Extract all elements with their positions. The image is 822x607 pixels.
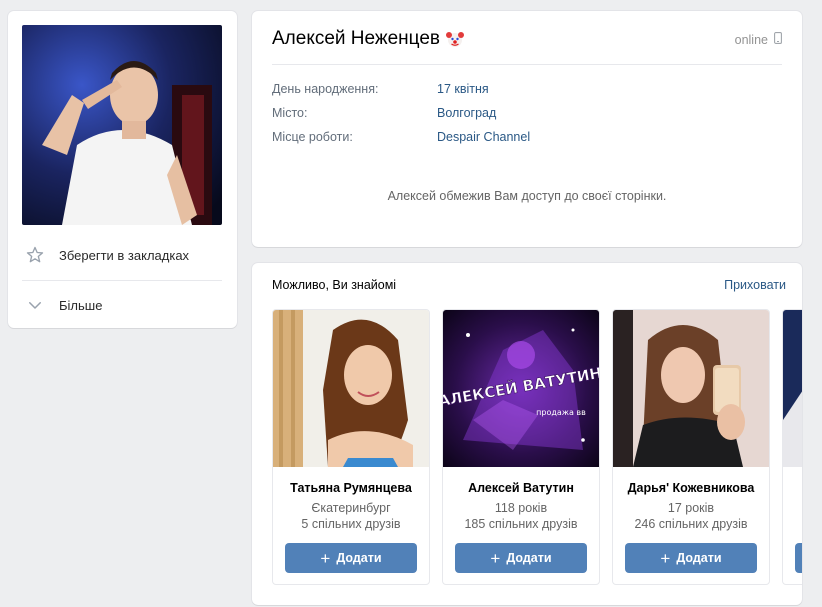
suggestion-mutual-friends[interactable]: 185 спільних друзів [443, 517, 599, 531]
profile-name-row: Алексей Неженцев [272, 27, 782, 51]
suggestion-mutual-friends[interactable]: 246 спільних друзів [613, 517, 769, 531]
suggestion-detail: Єкатеринбург [311, 501, 391, 515]
info-row-city: Місто: Волгоград [272, 104, 496, 122]
suggestion-photo[interactable]: АЛЕКСЕЙ ВАТУТИН продажа вв [443, 310, 599, 467]
bookmark-button[interactable]: Зберегти в закладках [22, 240, 222, 270]
suggestions-title: Можливо, Ви знайомі [272, 278, 397, 292]
suggestion-photo[interactable] [273, 310, 429, 467]
suggestion-card: АЛЕКСЕЙ ВАТУТИН продажа вв Алексей Ватут… [442, 309, 600, 585]
suggestion-name[interactable]: Дарья' Кожевникова [613, 481, 769, 495]
suggestion-photo[interactable] [783, 310, 802, 467]
suggestion-photo[interactable] [613, 310, 769, 467]
more-button[interactable]: Більше [22, 290, 222, 320]
photo-subcaption: продажа вв [536, 408, 586, 417]
birthday-value[interactable]: 17 квітня [437, 82, 489, 96]
info-row-birthday: День народження: 17 квітня [272, 80, 489, 98]
mobile-phone-icon [774, 32, 782, 47]
add-friend-label: Додати [506, 551, 552, 565]
profile-info-card: Алексей Неженцев online День народження:… [252, 11, 802, 247]
plus-icon: + [320, 548, 331, 568]
suggestion-mutual-friends[interactable]: 5 спільних друзів [273, 517, 429, 531]
suggestion-name[interactable]: Алексей Ватутин [443, 481, 599, 495]
clown-emoji-icon [445, 29, 465, 49]
work-label: Місце роботи: [272, 130, 353, 144]
add-friend-button[interactable]: + Додати [455, 543, 587, 573]
info-divider [272, 64, 782, 65]
plus-icon: + [490, 548, 501, 568]
profile-avatar[interactable] [22, 25, 222, 225]
add-friend-button[interactable]: + Додати [625, 543, 757, 573]
add-friend-button[interactable]: + Додати [285, 543, 417, 573]
suggestion-card [782, 309, 802, 585]
chevron-down-icon [24, 294, 46, 316]
suggestion-detail: 17 років [667, 501, 715, 515]
star-icon [24, 244, 46, 266]
friend-suggestions-card: Можливо, Ви знайомі Приховати Татьяна Ру… [252, 263, 802, 605]
city-label: Місто: [272, 106, 308, 120]
profile-name: Алексей Неженцев [272, 28, 440, 49]
restricted-access-note: Алексей обмежив Вам доступ до своєї стор… [387, 189, 667, 203]
sidebar-divider [22, 280, 222, 281]
suggestion-card: Дарья' Кожевникова 17 років 246 спільних… [612, 309, 770, 585]
suggestion-card: Татьяна Румянцева Єкатеринбург 5 спільни… [272, 309, 430, 585]
bookmark-label: Зберегти в закладках [59, 247, 190, 263]
profile-sidebar-card: Зберегти в закладках Більше [8, 11, 237, 328]
hide-suggestions-link[interactable]: Приховати [724, 278, 786, 292]
suggestion-name[interactable]: Татьяна Румянцева [273, 481, 429, 495]
info-row-work: Місце роботи: Despair Channel [272, 128, 530, 146]
suggestion-detail: 118 років [494, 501, 548, 515]
birthday-label: День народження: [272, 82, 379, 96]
online-label: online [734, 32, 768, 47]
add-friend-label: Додати [676, 551, 722, 565]
work-value[interactable]: Despair Channel [437, 130, 530, 144]
add-friend-label: Додати [336, 551, 382, 565]
online-status: online [735, 32, 782, 47]
plus-icon: + [660, 548, 671, 568]
more-label: Більше [59, 297, 103, 313]
add-friend-button[interactable] [795, 543, 802, 573]
city-value[interactable]: Волгоград [437, 106, 496, 120]
